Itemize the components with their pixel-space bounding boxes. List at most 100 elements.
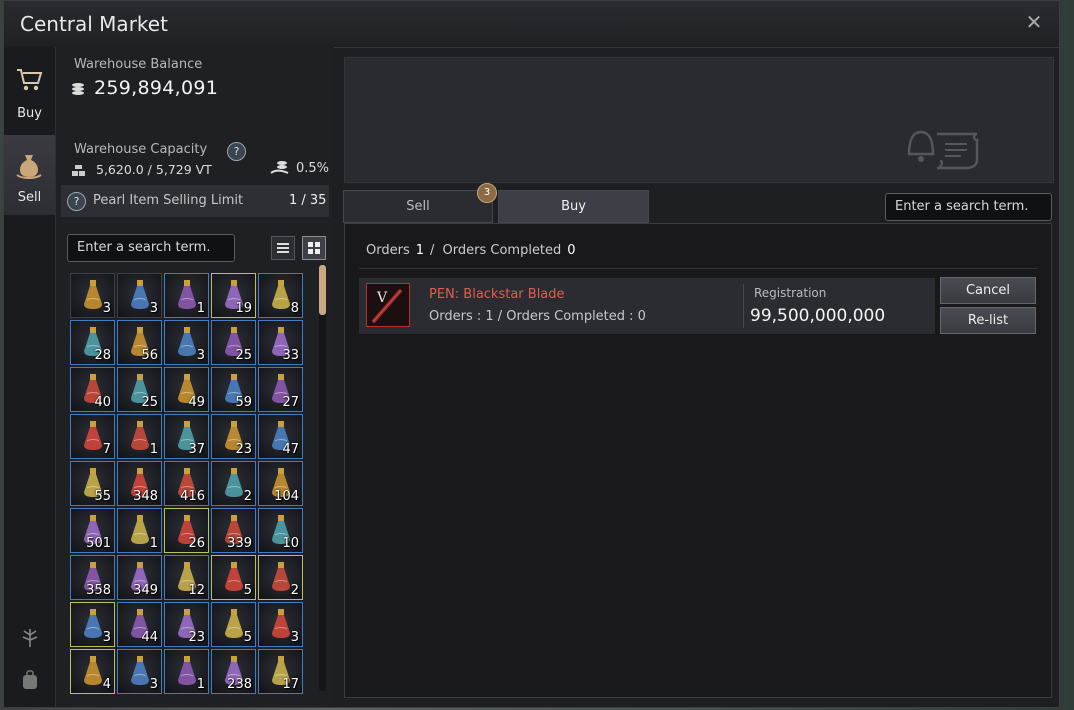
potion-icon [84,280,102,309]
tree-icon[interactable] [19,627,41,649]
scroll-thumb[interactable] [319,265,326,315]
help-icon[interactable]: ? [227,142,246,161]
inventory-slot[interactable]: 501 [70,508,115,553]
inventory-scrollbar[interactable] [319,265,326,691]
orders-sep: / [430,243,435,258]
inventory-slot[interactable]: 5 [211,555,256,600]
inventory-slot[interactable]: 17 [258,649,303,694]
pearl-limit-row: ? Pearl Item Selling Limit 1 / 35 [61,185,329,217]
capacity-label: Warehouse Capacity [74,142,208,157]
cancel-button[interactable]: Cancel [940,277,1036,304]
inventory-slot[interactable]: 23 [211,414,256,459]
orders-summary: Orders 1 / Orders Completed 0 [366,243,582,258]
inventory-slot[interactable]: 1 [117,414,162,459]
inventory-slot[interactable]: 44 [117,602,162,647]
inventory-slot[interactable]: 1 [164,273,209,318]
slot-count: 3 [102,301,111,316]
slot-count: 3 [290,630,299,645]
inventory-slot[interactable]: 12 [164,555,209,600]
slot-count: 23 [235,442,252,457]
inventory-slot[interactable]: 2 [211,461,256,506]
inventory-slot[interactable]: 349 [117,555,162,600]
inventory-slot[interactable]: 5 [211,602,256,647]
inventory-slot[interactable]: 25 [117,367,162,412]
close-icon[interactable]: ✕ [1023,11,1045,33]
completed-label: Orders Completed [442,243,562,258]
inventory-slot[interactable]: 1 [164,649,209,694]
help-icon[interactable]: ? [67,192,86,211]
inventory-slot[interactable]: 28 [70,320,115,365]
nav-sell-label: Sell [17,190,42,205]
inventory-slot[interactable]: 47 [258,414,303,459]
divider [359,268,1037,269]
inventory-slot[interactable]: 26 [164,508,209,553]
window-title: Central Market [20,12,168,36]
potion-icon [225,468,243,497]
tax-icon [270,161,289,174]
tab-sell[interactable]: Sell [343,190,493,223]
list-view-button[interactable] [271,236,295,260]
order-row[interactable]: V PEN: Blackstar Blade Orders : 1 / Orde… [359,278,935,334]
inventory-slot[interactable]: 3 [117,649,162,694]
potion-icon [131,280,149,309]
inventory-slot[interactable]: 56 [117,320,162,365]
grid-icon [308,242,320,254]
list-icon [277,243,289,253]
inventory-slot[interactable]: 7 [70,414,115,459]
inventory-slot[interactable]: 23 [164,602,209,647]
potion-icon [131,515,149,544]
inventory-slot[interactable]: 19 [211,273,256,318]
orders-search-input[interactable]: Enter a search term. [885,193,1052,221]
inventory-slot[interactable]: 4 [70,649,115,694]
inventory-slot[interactable]: 33 [258,320,303,365]
slot-count: 19 [235,301,252,316]
potion-icon [225,609,243,638]
balance-label: Warehouse Balance [74,57,203,72]
inventory-slot[interactable]: 40 [70,367,115,412]
inventory-slot[interactable]: 3 [70,273,115,318]
bell-scroll-icon [907,130,979,170]
nav-sell-button[interactable]: Sell [4,135,55,215]
capacity-value: 5,620.0 / 5,729 VT [96,162,212,177]
inventory-slot[interactable]: 8 [258,273,303,318]
potion-icon [272,562,290,591]
inventory-slot[interactable]: 3 [164,320,209,365]
inventory-slot[interactable]: 27 [258,367,303,412]
grid-view-button[interactable] [302,236,326,260]
inventory-slot[interactable]: 339 [211,508,256,553]
inventory-slot[interactable]: 1 [117,508,162,553]
inventory-slot[interactable]: 348 [117,461,162,506]
inventory-slot[interactable]: 3 [258,602,303,647]
inventory-search-input[interactable]: Enter a search term. [67,234,235,262]
slot-count: 1 [196,301,205,316]
slot-count: 2 [243,489,252,504]
inventory-slot[interactable]: 3 [117,273,162,318]
inventory-slot[interactable]: 49 [164,367,209,412]
slot-count: 27 [282,395,299,410]
inventory-slot[interactable]: 104 [258,461,303,506]
slot-count: 59 [235,395,252,410]
weight-icon [72,165,85,176]
inventory-slot[interactable]: 358 [70,555,115,600]
tax-value: 0.5% [296,161,330,176]
backpack-icon[interactable] [19,669,41,691]
inventory-slot[interactable]: 55 [70,461,115,506]
slot-count: 349 [133,583,158,598]
slot-count: 1 [149,536,158,551]
inventory-slot[interactable]: 10 [258,508,303,553]
slot-count: 1 [149,442,158,457]
inventory-slot[interactable]: 37 [164,414,209,459]
slot-count: 44 [141,630,158,645]
inventory-slot[interactable]: 59 [211,367,256,412]
balance-value: 259,894,091 [94,77,219,99]
inventory-slot[interactable]: 25 [211,320,256,365]
inventory-slot[interactable]: 3 [70,602,115,647]
tab-buy[interactable]: Buy [498,190,649,223]
inventory-slot[interactable]: 2 [258,555,303,600]
inventory-slot[interactable]: 416 [164,461,209,506]
slot-count: 55 [94,489,111,504]
inventory-slot[interactable]: 238 [211,649,256,694]
completed-count: 0 [567,243,576,258]
nav-buy-button[interactable]: Buy [4,51,55,131]
relist-button[interactable]: Re-list [940,307,1036,334]
